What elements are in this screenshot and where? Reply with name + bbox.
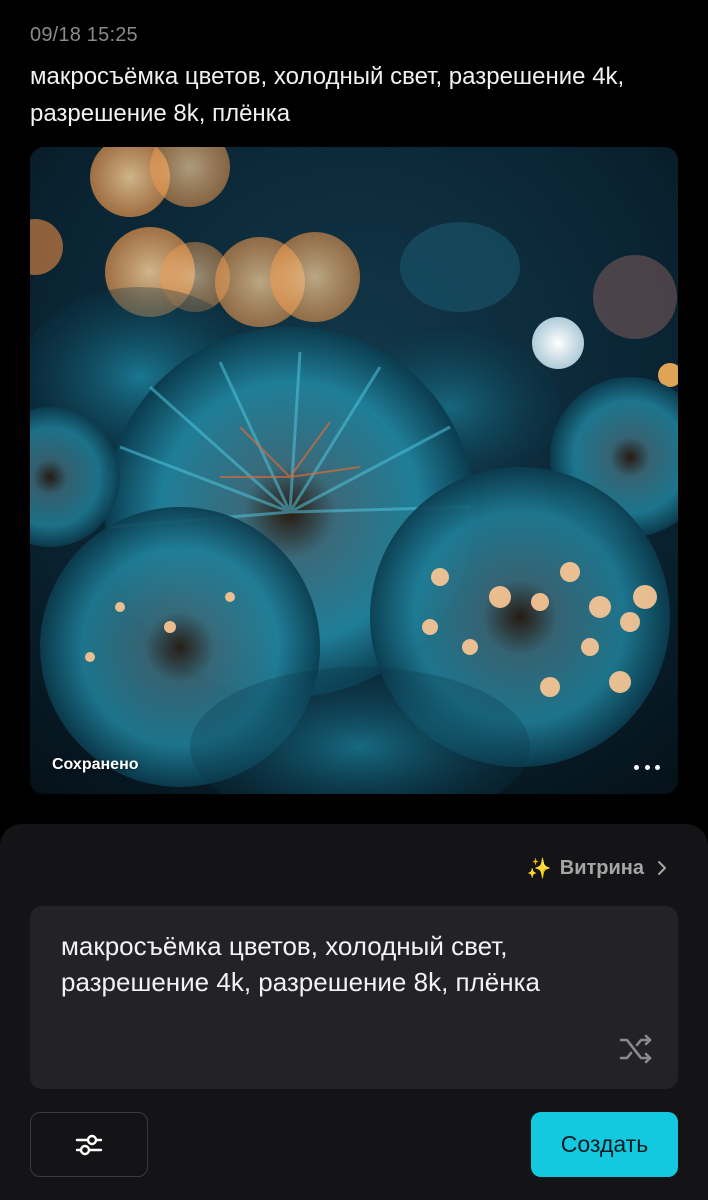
generation-screen: 09/18 15:25 макросъёмка цветов, холодный… <box>0 0 708 1200</box>
more-options-icon[interactable] <box>634 759 660 775</box>
dot <box>655 764 660 770</box>
create-button[interactable]: Создать <box>531 1112 678 1177</box>
flower-image <box>30 147 678 794</box>
timestamp: 09/18 15:25 <box>30 24 138 46</box>
settings-button[interactable] <box>30 1112 148 1177</box>
dot <box>644 764 650 770</box>
showcase-link[interactable]: ✨ Витрина <box>527 854 672 882</box>
sparkle-icon: ✨ <box>526 857 552 880</box>
bottom-panel: ✨ Витрина макросъёмка цветов, холодный с… <box>0 824 708 1200</box>
prompt-input[interactable]: макросъёмка цветов, холодный свет, разре… <box>30 906 678 1089</box>
dot <box>634 764 639 770</box>
sliders-icon <box>75 1134 103 1155</box>
saved-status-label: Сохранено <box>52 756 139 773</box>
chevron-right-icon <box>658 861 666 875</box>
showcase-label: Витрина <box>559 856 644 879</box>
prompt-input-value[interactable]: макросъёмка цветов, холодный свет, разре… <box>61 928 621 1000</box>
shuffle-icon[interactable] <box>618 1031 654 1067</box>
generated-image[interactable]: Сохранено <box>30 147 678 794</box>
prompt-title: макросъёмка цветов, холодный свет, разре… <box>30 63 625 127</box>
